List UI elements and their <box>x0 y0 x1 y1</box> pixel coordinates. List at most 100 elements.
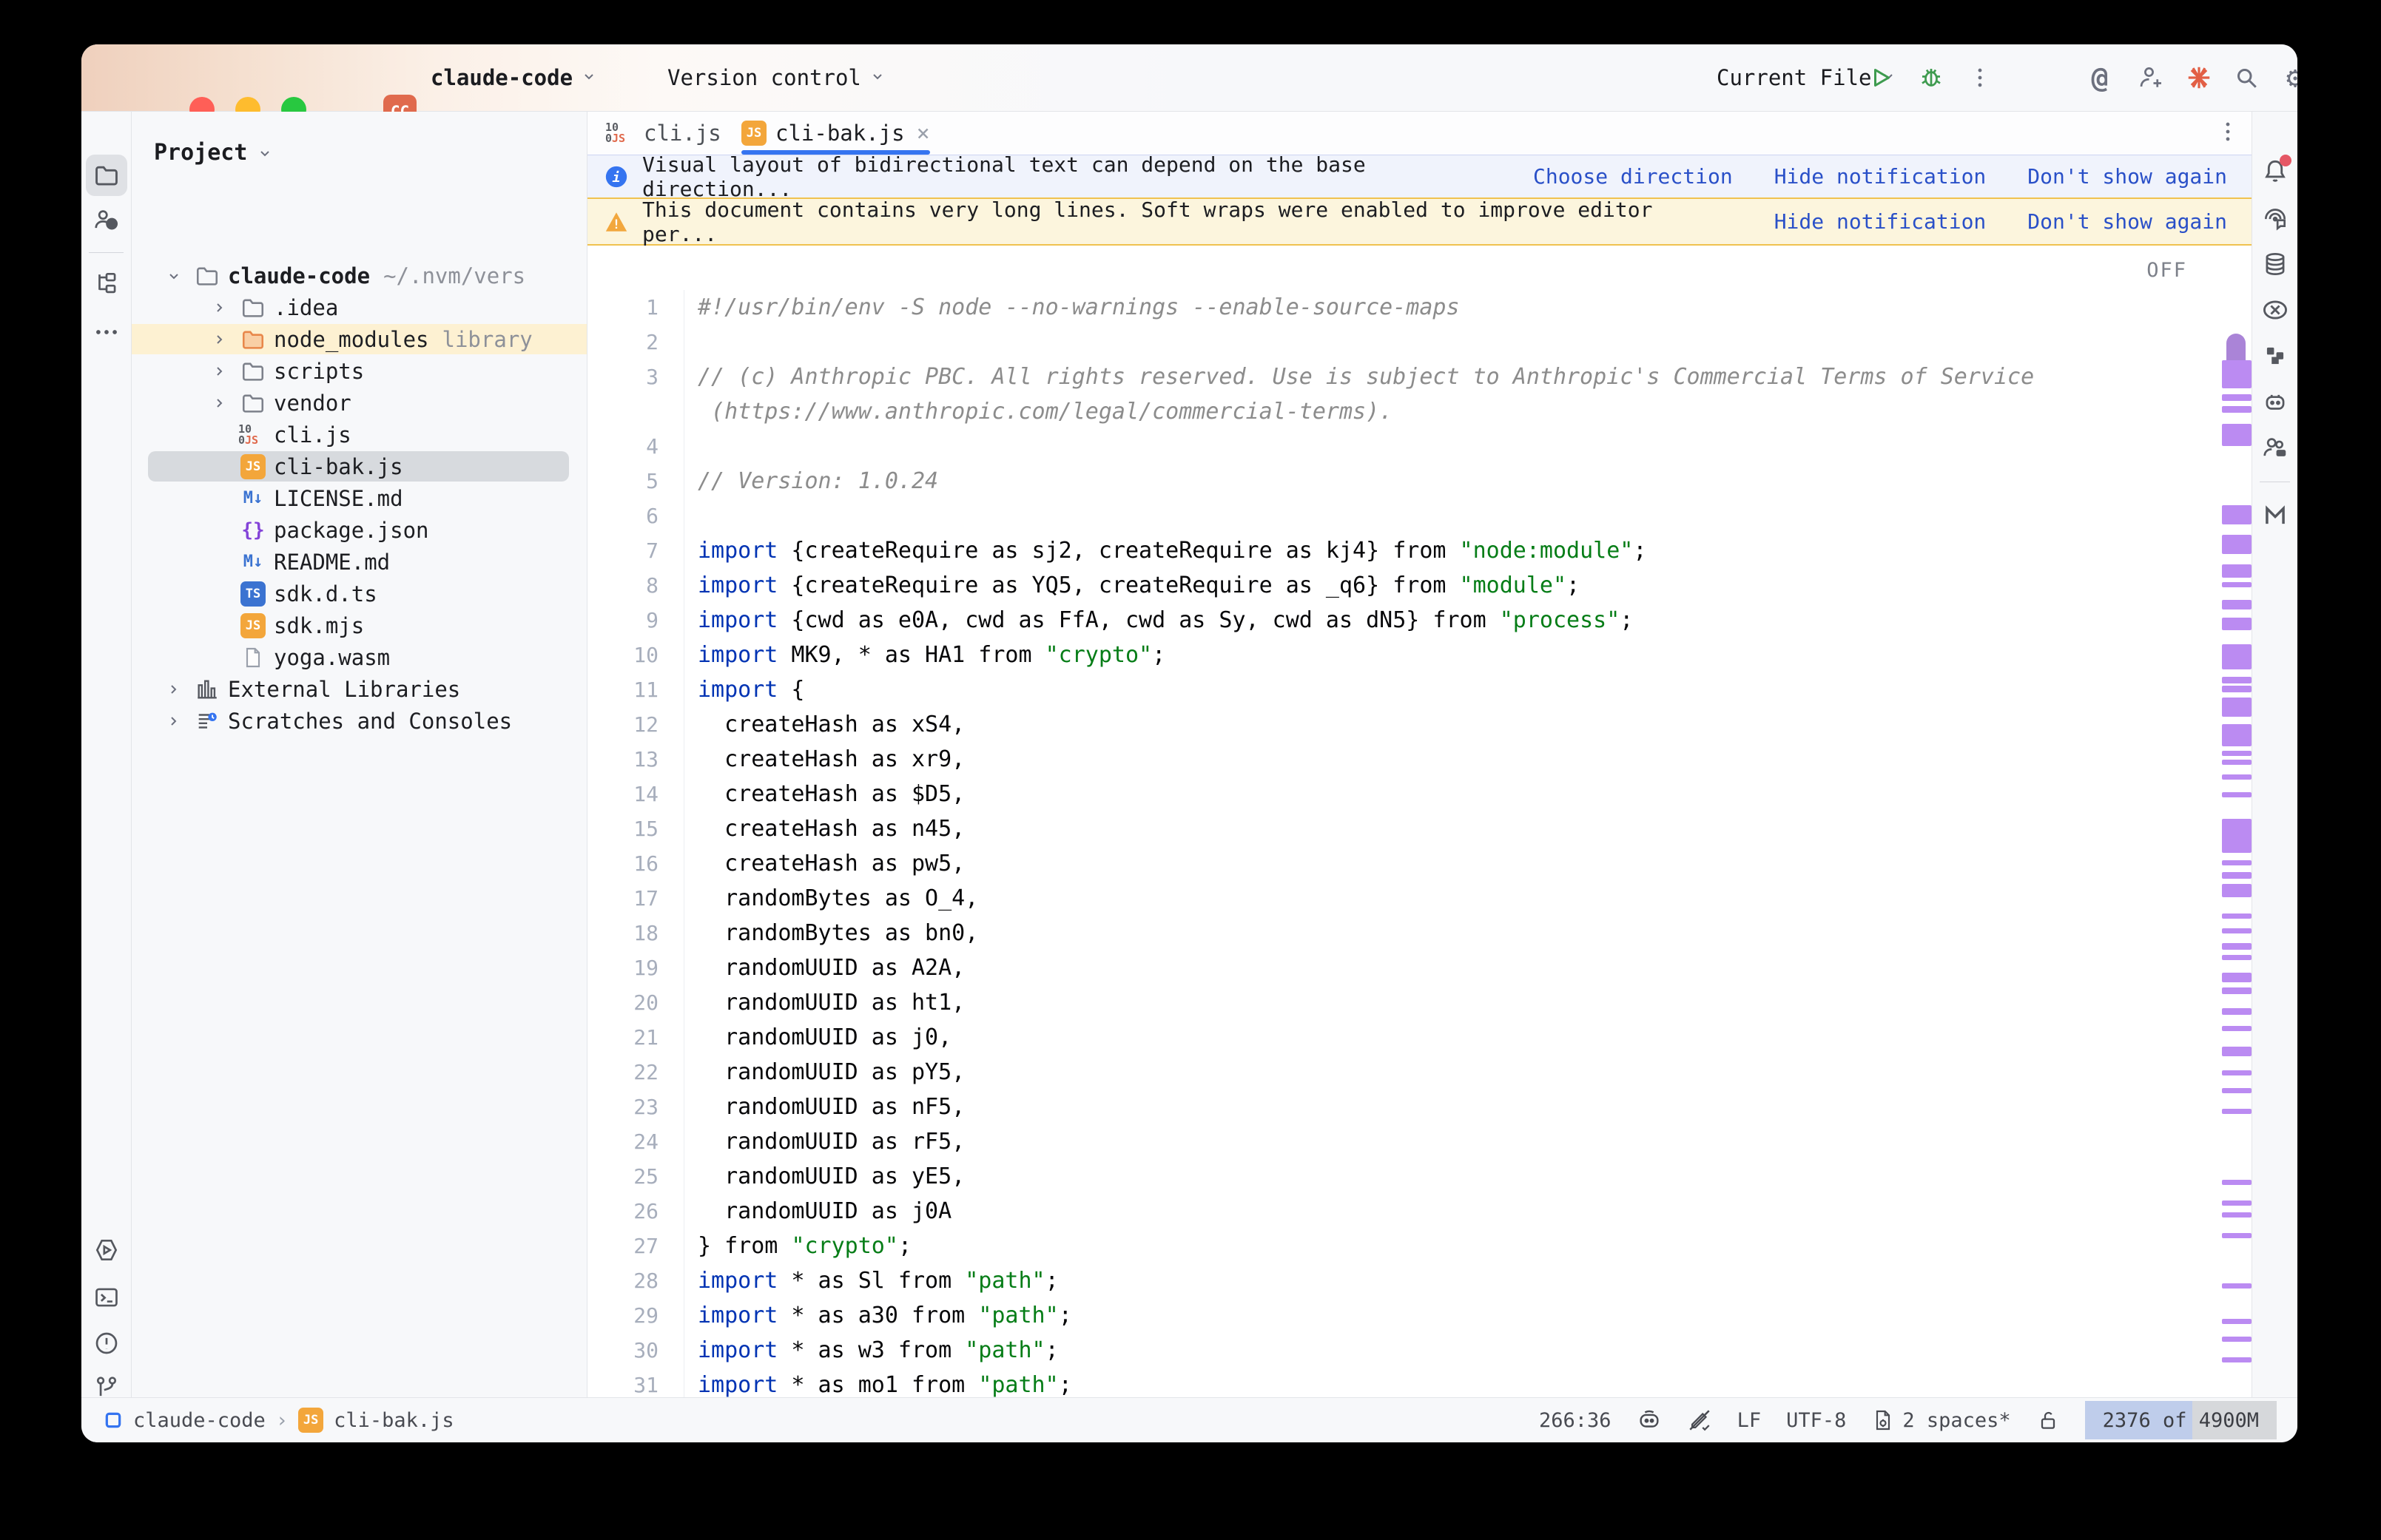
x-plugin-button[interactable] <box>2254 289 2296 331</box>
memory-indicator[interactable]: 2376 of 4900M <box>2085 1401 2277 1439</box>
tab-cli-js[interactable]: 100JS cli.js <box>605 112 721 155</box>
readonly-toggle-icon[interactable] <box>2036 1408 2060 1432</box>
tree-item-cli-js[interactable]: 100JScli.js <box>132 419 587 450</box>
chevron-right-icon[interactable] <box>204 299 235 317</box>
problems-tool-button[interactable] <box>86 1323 127 1364</box>
debug-button[interactable] <box>1910 57 1952 98</box>
code-line[interactable]: 3// (c) Anthropic PBC. All rights reserv… <box>587 359 2252 394</box>
code-line[interactable]: 1#!/usr/bin/env -S node --no-warnings --… <box>587 290 2252 325</box>
settings-button[interactable]: ⚙ <box>2274 57 2297 98</box>
robot-tool-button[interactable] <box>2254 381 2296 422</box>
project-tool-button[interactable] <box>86 155 127 196</box>
breadcrumb-project[interactable]: claude-code <box>133 1409 266 1432</box>
plugin-burst-icon[interactable] <box>2178 57 2220 98</box>
project-selector[interactable]: claude-code <box>431 65 598 90</box>
chevron-right-icon[interactable] <box>158 712 189 730</box>
tree-item-yoga-wasm[interactable]: yoga.wasm <box>132 641 587 673</box>
search-everywhere-button[interactable] <box>2226 57 2267 98</box>
structure-tool-button[interactable] <box>86 263 127 304</box>
chevron-right-icon[interactable] <box>204 362 235 380</box>
breadcrumb-file[interactable]: cli-bak.js <box>334 1409 454 1432</box>
hide-notification-link[interactable]: Hide notification <box>1774 164 1987 189</box>
ai-assistant-button[interactable] <box>2254 196 2296 237</box>
code-line[interactable]: 7import {createRequire as sj2, createReq… <box>587 533 2252 568</box>
code-line[interactable]: 10import MK9, * as HA1 from "crypto"; <box>587 638 2252 672</box>
code-line[interactable]: 6 <box>587 499 2252 533</box>
code-line[interactable]: 15 createHash as n45, <box>587 811 2252 846</box>
tree-item-claude-code[interactable]: claude-code~/.nvm/vers <box>132 260 587 291</box>
code-line[interactable]: 4 <box>587 429 2252 464</box>
close-tab-icon[interactable]: × <box>917 121 930 146</box>
inspections-status-icon[interactable] <box>1687 1408 1712 1433</box>
tab-cli-bak-js[interactable]: JS cli-bak.js × <box>741 112 930 155</box>
copilot-status-icon[interactable] <box>1637 1408 1662 1433</box>
indent-widget[interactable]: 2 spaces* <box>1871 1408 2010 1432</box>
code-line[interactable]: 23 randomUUID as nF5, <box>587 1090 2252 1124</box>
tree-item-vendor[interactable]: vendor <box>132 387 587 419</box>
tree-item-license-md[interactable]: M↓LICENSE.md <box>132 482 587 514</box>
database-tool-button[interactable] <box>2254 243 2296 285</box>
code-line[interactable]: 17 randomBytes as O_4, <box>587 881 2252 916</box>
tree-item--idea[interactable]: .idea <box>132 291 587 323</box>
vcs-menu[interactable]: Version control <box>667 65 886 90</box>
code-line[interactable]: (https://www.anthropic.com/legal/commerc… <box>587 394 2252 429</box>
dont-show-again-link[interactable]: Don't show again <box>2027 209 2227 234</box>
code-line[interactable]: 18 randomBytes as bn0, <box>587 916 2252 950</box>
tree-item-external-libraries[interactable]: External Libraries <box>132 673 587 705</box>
code-line[interactable]: 28import * as Sl from "path"; <box>587 1263 2252 1298</box>
tree-item-sdk-mjs[interactable]: JSsdk.mjs <box>132 609 587 641</box>
code-line[interactable]: 16 createHash as pw5, <box>587 846 2252 881</box>
hide-notification-link[interactable]: Hide notification <box>1774 209 1987 234</box>
code-line[interactable]: 20 randomUUID as ht1, <box>587 985 2252 1020</box>
tree-item-cli-bak-js[interactable]: JScli-bak.js <box>132 450 587 482</box>
plugin-tool-button[interactable] <box>2254 335 2296 376</box>
tree-item-scripts[interactable]: scripts <box>132 355 587 387</box>
line-separator-widget[interactable]: LF <box>1737 1409 1762 1432</box>
code-line[interactable]: 21 randomUUID as j0, <box>587 1020 2252 1055</box>
collaboration-tool-button[interactable] <box>2254 427 2296 468</box>
tree-item-scratches-and-consoles[interactable]: Scratches and Consoles <box>132 705 587 737</box>
code-line[interactable]: 26 randomUUID as j0A <box>587 1194 2252 1229</box>
encoding-widget[interactable]: UTF-8 <box>1786 1409 1846 1432</box>
code-line[interactable]: 19 randomUUID as A2A, <box>587 950 2252 985</box>
services-tool-button[interactable] <box>86 1229 127 1271</box>
more-tool-windows-button[interactable] <box>86 311 127 353</box>
code-line[interactable]: 13 createHash as xr9, <box>587 742 2252 777</box>
code-line[interactable]: 27} from "crypto"; <box>587 1229 2252 1263</box>
tree-item-sdk-d-ts[interactable]: TSsdk.d.ts <box>132 578 587 609</box>
code-line[interactable]: 8import {createRequire as YQ5, createReq… <box>587 568 2252 603</box>
terminal-tool-button[interactable] <box>86 1277 127 1318</box>
tree-item-node-modules[interactable]: node_moduleslibrary <box>132 323 587 355</box>
m-tool-button[interactable] <box>2254 495 2296 536</box>
code-line[interactable]: 14 createHash as $D5, <box>587 777 2252 811</box>
mentions-icon[interactable]: @ <box>2079 57 2121 98</box>
add-user-button[interactable] <box>2129 57 2171 98</box>
run-button[interactable] <box>1860 57 1902 98</box>
chevron-right-icon[interactable] <box>204 394 235 412</box>
code-line[interactable]: 2 <box>587 325 2252 359</box>
code-line[interactable]: 24 randomUUID as rF5, <box>587 1124 2252 1159</box>
choose-direction-link[interactable]: Choose direction <box>1533 164 1733 189</box>
chevron-right-icon[interactable] <box>158 680 189 698</box>
project-panel-header[interactable]: Project <box>154 140 274 166</box>
code-line[interactable]: 29import * as a30 from "path"; <box>587 1298 2252 1333</box>
code-line[interactable]: 5// Version: 1.0.24 <box>587 464 2252 499</box>
chevron-right-icon[interactable] <box>204 331 235 348</box>
caret-position[interactable]: 266:36 <box>1539 1409 1612 1432</box>
code-line[interactable]: 30import * as w3 from "path"; <box>587 1333 2252 1368</box>
dont-show-again-link[interactable]: Don't show again <box>2027 164 2227 189</box>
code-line[interactable]: 11import { <box>587 672 2252 707</box>
code-line[interactable]: 12 createHash as xS4, <box>587 707 2252 742</box>
code-line[interactable]: 25 randomUUID as yE5, <box>587 1159 2252 1194</box>
tree-item-readme-md[interactable]: M↓README.md <box>132 546 587 578</box>
code-editor[interactable]: OFF 1#!/usr/bin/env -S node --no-warning… <box>587 246 2252 1398</box>
chevron-down-icon[interactable] <box>158 267 189 285</box>
editor-scroll-stripe[interactable] <box>2219 112 2252 1398</box>
notifications-button[interactable] <box>2254 150 2296 192</box>
users-question-icon[interactable]: ? <box>86 199 127 240</box>
code-line[interactable]: 22 randomUUID as pY5, <box>587 1055 2252 1090</box>
more-actions-button[interactable] <box>1959 57 2001 98</box>
code-line[interactable]: 31import * as mo1 from "path"; <box>587 1368 2252 1398</box>
code-line[interactable]: 9import {cwd as e0A, cwd as FfA, cwd as … <box>587 603 2252 638</box>
tree-item-package-json[interactable]: {}package.json <box>132 514 587 546</box>
